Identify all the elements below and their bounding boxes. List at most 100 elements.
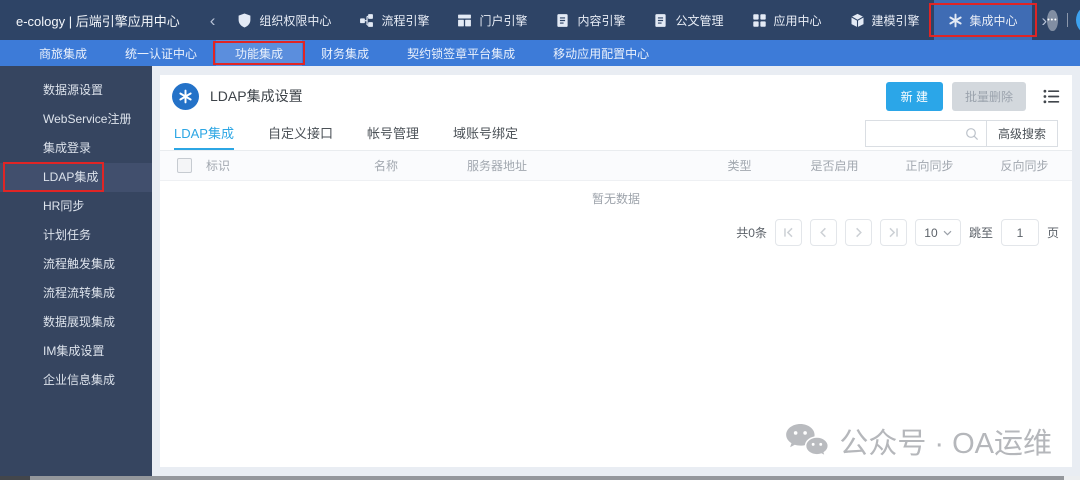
document-icon xyxy=(555,13,570,28)
sidebar-label: HR同步 xyxy=(43,199,85,213)
tab-account-management[interactable]: 帐号管理 xyxy=(367,117,419,150)
topnav-item-modeling-engine[interactable]: 建模引擎 xyxy=(836,0,934,40)
sidebar-item-scheduled-tasks[interactable]: 计划任务 xyxy=(0,221,152,250)
search-area: 高级搜索 xyxy=(864,120,1058,147)
topbar: e-cology | 后端引擎应用中心 ‹ 组织权限中心 流程引擎 门户引擎 内… xyxy=(0,0,1080,40)
batch-delete-button[interactable]: 批量删除 xyxy=(951,81,1026,111)
scrollbar-thumb[interactable] xyxy=(30,476,1064,480)
sidebar-label: IM集成设置 xyxy=(43,344,105,358)
total-count: 共0条 xyxy=(736,226,767,240)
subnav-label: 移动应用配置中心 xyxy=(553,46,650,61)
prev-page-button[interactable] xyxy=(809,219,837,246)
back-chevron-icon[interactable]: ‹ xyxy=(210,12,216,29)
app-window: e-cology | 后端引擎应用中心 ‹ 组织权限中心 流程引擎 门户引擎 内… xyxy=(0,0,1080,480)
more-icon[interactable]: ••• xyxy=(1047,9,1058,31)
sidebar-item-webservice-register[interactable]: WebService注册 xyxy=(0,105,152,134)
empty-state-text: 暂无数据 xyxy=(591,192,640,206)
sidebar: 数据源设置 WebService注册 集成登录 LDAP集成 HR同步 计划任务… xyxy=(0,66,152,480)
shield-icon xyxy=(237,13,252,28)
sidebar-label: 数据源设置 xyxy=(43,83,104,97)
sidebar-item-workflow-trigger-integration[interactable]: 流程触发集成 xyxy=(0,250,152,279)
topnav-label: 建模引擎 xyxy=(871,13,920,28)
topnav-item-content-engine[interactable]: 内容引擎 xyxy=(541,0,639,40)
sidebar-item-workflow-flow-integration[interactable]: 流程流转集成 xyxy=(0,279,152,308)
tab-domain-account-binding[interactable]: 域账号绑定 xyxy=(453,117,518,150)
sidebar-item-data-display-integration[interactable]: 数据展现集成 xyxy=(0,308,152,337)
table-header-cell: 服务器地址 xyxy=(467,159,528,173)
jump-to-page-input[interactable] xyxy=(1000,219,1039,246)
table-header-cell: 名称 xyxy=(374,159,399,173)
table-header: 标识 名称 服务器地址 类型 是否启用 正向同步 反向同步 xyxy=(160,151,1072,181)
table-header-cell: 反向同步 xyxy=(1000,159,1049,173)
topnav-item-document-management[interactable]: 公文管理 xyxy=(639,0,737,40)
topnav-item-portal-engine[interactable]: 门户引擎 xyxy=(443,0,541,40)
tabs-row: LDAP集成 自定义接口 帐号管理 域账号绑定 高级搜索 xyxy=(160,117,1072,151)
avatar[interactable]: 理员 xyxy=(1075,5,1080,35)
table-header-cell: 正向同步 xyxy=(905,159,954,173)
topnav-label: 公文管理 xyxy=(675,13,724,28)
topnav-label: 流程引擎 xyxy=(381,13,430,28)
next-page-button[interactable] xyxy=(844,219,872,246)
topnav-label: 组织权限中心 xyxy=(259,13,332,28)
select-all-checkbox[interactable] xyxy=(177,158,192,173)
topnav-item-app-center[interactable]: 应用中心 xyxy=(738,0,836,40)
sidebar-item-ldap-integration[interactable]: LDAP集成 xyxy=(0,162,152,192)
table-header-cell: 类型 xyxy=(727,159,752,173)
integration-asterisk-icon xyxy=(948,13,963,28)
table-header-cell-checkbox xyxy=(160,158,206,173)
chevron-down-icon xyxy=(943,230,952,236)
subnav-label: 财务集成 xyxy=(321,46,370,61)
tab-custom-interface[interactable]: 自定义接口 xyxy=(268,117,333,150)
topnav-item-workflow-engine[interactable]: 流程引擎 xyxy=(345,0,443,40)
table-header-cell: 是否启用 xyxy=(810,159,859,173)
sidebar-label: 数据展现集成 xyxy=(43,315,116,329)
subnav-label: 商旅集成 xyxy=(39,46,88,61)
page-size-select[interactable]: 10 xyxy=(914,219,961,246)
integration-asterisk-icon xyxy=(172,82,199,110)
sidebar-item-datasource-settings[interactable]: 数据源设置 xyxy=(0,76,152,105)
subnav-label: 功能集成 xyxy=(235,46,284,61)
subnav-label: 统一认证中心 xyxy=(125,46,198,61)
subnav-item-unified-auth-center[interactable]: 统一认证中心 xyxy=(106,40,216,66)
subnav-item-finance-integration[interactable]: 财务集成 xyxy=(302,40,388,66)
topnav-item-integration-center[interactable]: 集成中心 xyxy=(928,0,1037,40)
advanced-search-button[interactable]: 高级搜索 xyxy=(985,120,1058,147)
page-size-value: 10 xyxy=(924,225,938,240)
page-title: LDAP集成设置 xyxy=(210,88,303,104)
sidebar-item-hr-sync[interactable]: HR同步 xyxy=(0,192,152,221)
subnav-item-travel-integration[interactable]: 商旅集成 xyxy=(20,40,106,66)
subnav-item-qiyuesuo-signature-platform[interactable]: 契约锁签章平台集成 xyxy=(388,40,534,66)
sub-navigation: 商旅集成 统一认证中心 功能集成 财务集成 契约锁签章平台集成 移动应用配置中心 xyxy=(0,40,1080,66)
tab-ldap-integration[interactable]: LDAP集成 xyxy=(174,117,234,150)
search-box xyxy=(864,120,987,147)
subnav-item-function-integration[interactable]: 功能集成 xyxy=(213,40,306,66)
content-card: LDAP集成设置 新 建 批量删除 LDAP集成 自定义接口 帐号管理 域账号绑… xyxy=(160,75,1072,467)
body-row: 数据源设置 WebService注册 集成登录 LDAP集成 HR同步 计划任务… xyxy=(0,66,1080,480)
topnav-item-org-permission-center[interactable]: 组织权限中心 xyxy=(223,0,345,40)
first-page-button[interactable] xyxy=(774,219,802,246)
scrollbar-corner xyxy=(0,476,30,480)
main-content: LDAP集成设置 新 建 批量删除 LDAP集成 自定义接口 帐号管理 域账号绑… xyxy=(152,66,1080,480)
apps-grid-icon xyxy=(752,13,767,28)
sidebar-item-im-integration-settings[interactable]: IM集成设置 xyxy=(0,337,152,366)
last-page-button[interactable] xyxy=(879,219,907,246)
sidebar-item-integration-login[interactable]: 集成登录 xyxy=(0,134,152,163)
sidebar-item-enterprise-info-integration[interactable]: 企业信息集成 xyxy=(0,366,152,395)
jump-to-label: 跳至 xyxy=(968,226,993,240)
topnav-label: 内容引擎 xyxy=(577,13,626,28)
portal-grid-icon xyxy=(457,13,472,28)
search-icon xyxy=(965,127,979,141)
search-input[interactable] xyxy=(872,125,965,142)
sidebar-label: 计划任务 xyxy=(43,228,92,242)
create-button[interactable]: 新 建 xyxy=(885,81,943,111)
topnav-label: 集成中心 xyxy=(969,13,1018,28)
sidebar-label: 流程触发集成 xyxy=(43,257,116,271)
subnav-item-mobile-app-config-center[interactable]: 移动应用配置中心 xyxy=(534,40,668,66)
list-view-icon[interactable] xyxy=(1043,89,1060,104)
sidebar-label: 集成登录 xyxy=(43,141,92,155)
horizontal-scrollbar xyxy=(0,476,1080,480)
topnav-label: 应用中心 xyxy=(773,13,822,28)
table-header-cell: 标识 xyxy=(206,159,231,173)
app-logo: e-cology | 后端引擎应用中心 xyxy=(16,13,180,29)
topnav-label: 门户引擎 xyxy=(479,13,528,28)
